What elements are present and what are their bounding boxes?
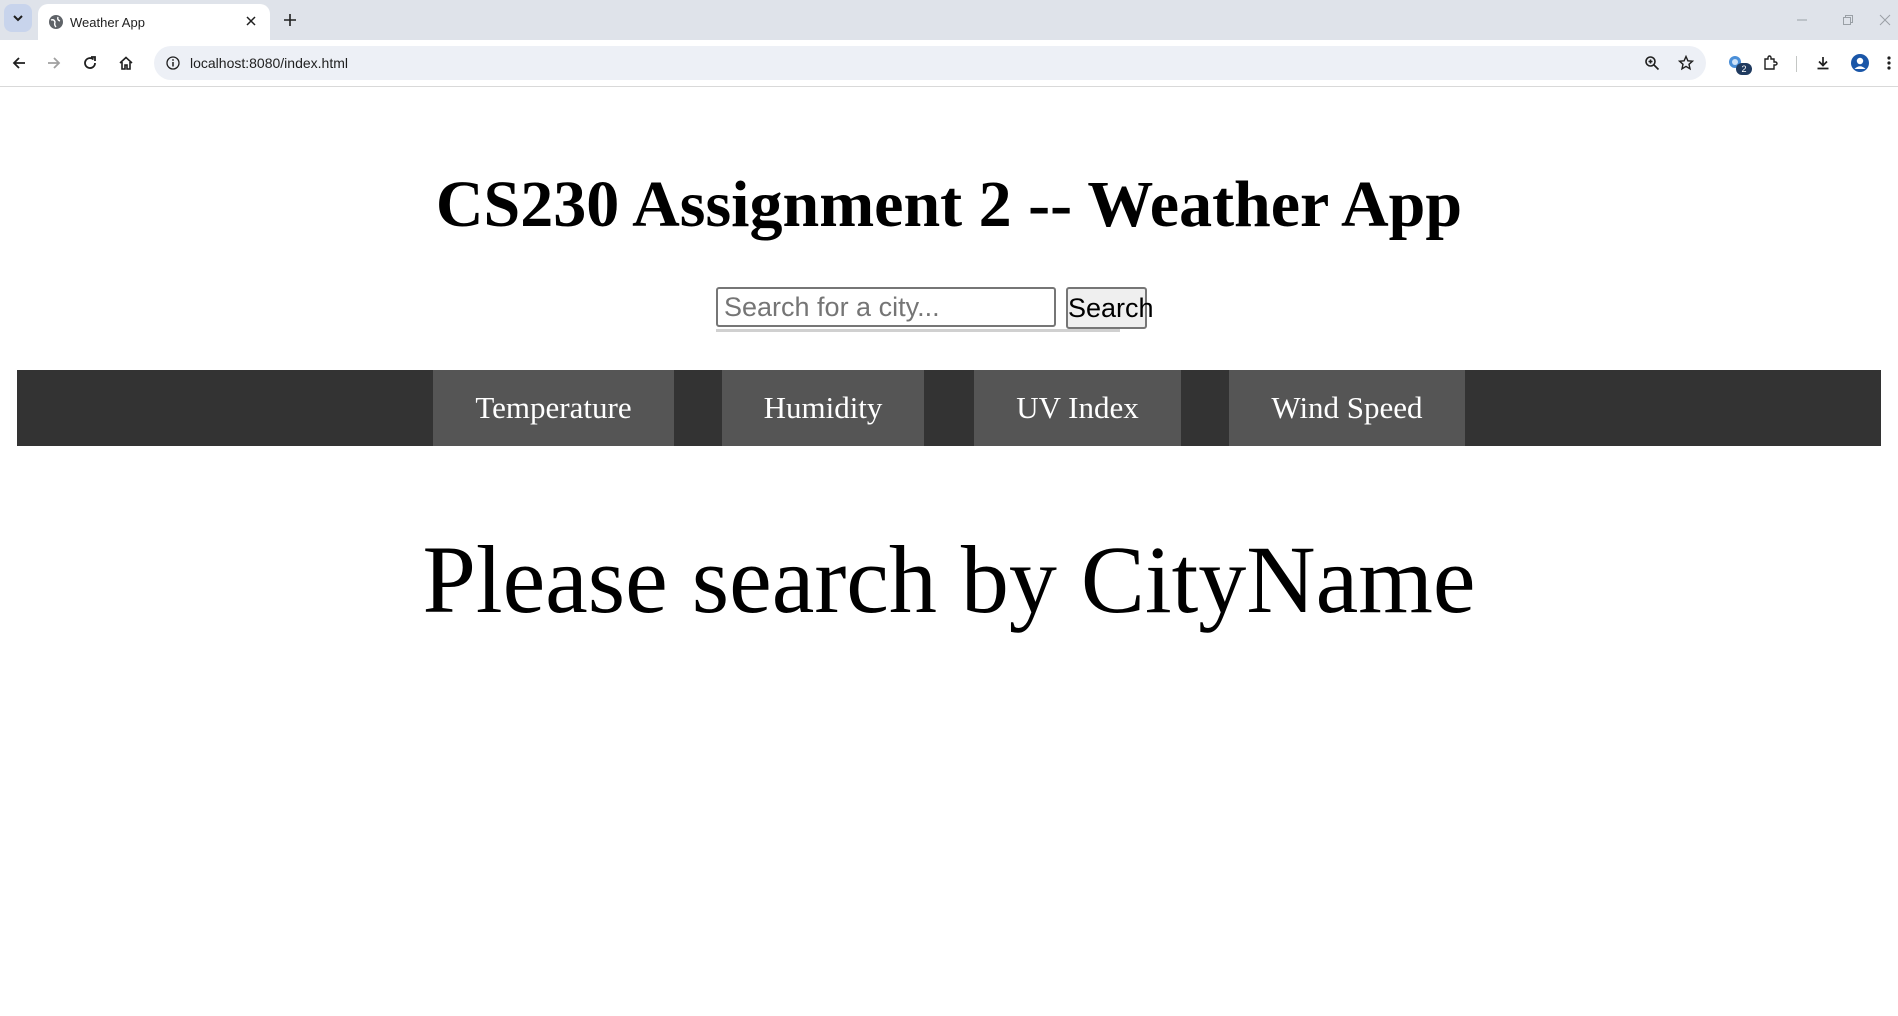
- metric-nav-bar: Temperature Humidity UV Index Wind Speed: [17, 370, 1881, 446]
- profile-button[interactable]: [1846, 49, 1874, 77]
- page-content: CS230 Assignment 2 -- Weather App Search…: [0, 87, 1898, 1016]
- browser-tab[interactable]: Weather App: [38, 4, 270, 40]
- minimize-button[interactable]: [1780, 6, 1824, 34]
- restore-button[interactable]: [1826, 6, 1870, 34]
- tab-search-button[interactable]: [4, 4, 32, 32]
- zoom-icon: [1645, 56, 1660, 71]
- plus-icon: [284, 14, 296, 26]
- tab-search-icon: [13, 15, 23, 22]
- minimize-icon: [1797, 19, 1807, 21]
- globe-icon: [49, 15, 63, 29]
- address-url: localhost:8080/index.html: [190, 55, 348, 71]
- profile-icon: [1851, 54, 1869, 72]
- bookmark-button[interactable]: [1674, 51, 1698, 75]
- puzzle-icon: [1764, 55, 1778, 70]
- city-search-input[interactable]: [716, 287, 1056, 327]
- browser-tabstrip: Weather App: [0, 0, 1898, 40]
- address-bar[interactable]: localhost:8080/index.html: [154, 46, 1706, 80]
- reload-button[interactable]: [76, 49, 104, 77]
- forward-button[interactable]: [40, 49, 68, 77]
- zoom-button[interactable]: [1640, 51, 1664, 75]
- nav-temperature[interactable]: Temperature: [433, 370, 674, 446]
- extension-badge-count: 2: [1736, 63, 1752, 75]
- tab-title: Weather App: [70, 15, 145, 30]
- search-underline: [716, 329, 1120, 332]
- browser-toolbar: localhost:8080/index.html 2: [0, 40, 1898, 87]
- site-info-button[interactable]: [162, 52, 184, 74]
- forward-icon: [48, 57, 61, 69]
- nav-wind-speed[interactable]: Wind Speed: [1229, 370, 1465, 446]
- search-button[interactable]: Search: [1066, 287, 1154, 329]
- site-info-icon: [166, 56, 180, 70]
- downloads-button[interactable]: [1809, 49, 1837, 77]
- extension-badge-button[interactable]: 2: [1722, 49, 1752, 77]
- close-icon: [246, 16, 256, 26]
- home-button[interactable]: [112, 49, 140, 77]
- nav-uv-index[interactable]: UV Index: [974, 370, 1181, 446]
- menu-icon: [1887, 56, 1891, 70]
- restore-icon: [1843, 15, 1853, 25]
- page-title: CS230 Assignment 2 -- Weather App: [435, 168, 1463, 241]
- new-tab-button[interactable]: [278, 8, 302, 32]
- search-prompt-message: Please search by CityName: [422, 526, 1476, 633]
- back-icon: [12, 57, 25, 69]
- star-icon: [1678, 55, 1694, 71]
- download-icon: [1817, 57, 1829, 70]
- home-icon: [119, 56, 133, 70]
- window-close-icon: [1879, 14, 1891, 26]
- reload-icon: [84, 56, 96, 69]
- toolbar-separator: [1796, 56, 1797, 72]
- browser-menu-button[interactable]: [1880, 49, 1898, 77]
- back-button[interactable]: [5, 49, 33, 77]
- tab-close-button[interactable]: [240, 10, 262, 32]
- extensions-button[interactable]: [1756, 49, 1784, 77]
- window-close-button[interactable]: [1872, 6, 1898, 34]
- nav-humidity[interactable]: Humidity: [722, 370, 924, 446]
